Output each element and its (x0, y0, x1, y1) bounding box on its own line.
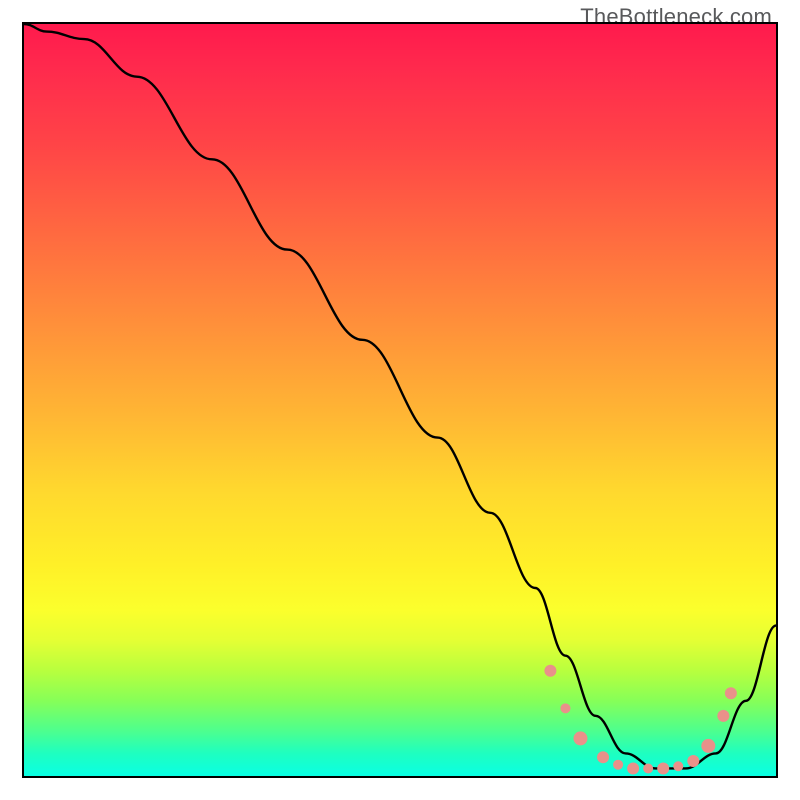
highlight-bead (627, 762, 639, 774)
highlight-beads (544, 665, 736, 775)
highlight-bead (717, 710, 729, 722)
bottleneck-curve (24, 24, 776, 768)
highlight-bead (673, 761, 683, 771)
highlight-bead (725, 687, 737, 699)
highlight-bead (613, 760, 623, 770)
chart-frame: TheBottleneck.com (0, 0, 800, 800)
curve-layer (24, 24, 776, 776)
highlight-bead (701, 739, 715, 753)
highlight-bead (687, 755, 699, 767)
highlight-bead (544, 665, 556, 677)
highlight-bead (573, 731, 587, 745)
highlight-bead (597, 751, 609, 763)
highlight-bead (643, 763, 653, 773)
plot-area (22, 22, 778, 778)
highlight-bead (560, 703, 570, 713)
highlight-bead (657, 762, 669, 774)
